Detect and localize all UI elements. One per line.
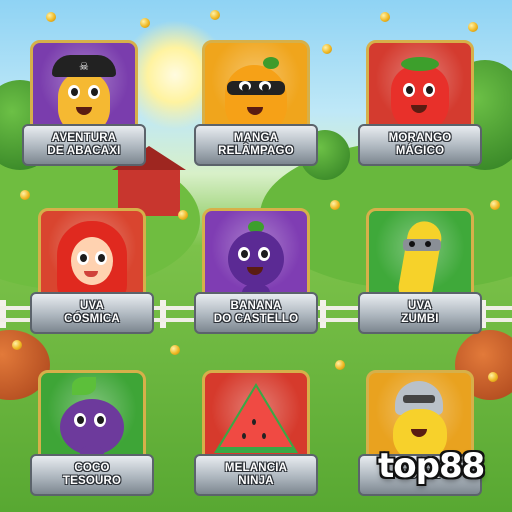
coin-icon xyxy=(335,360,345,370)
coin-icon xyxy=(488,372,498,382)
coin-icon xyxy=(330,200,340,210)
card-title: BANANA xyxy=(230,300,282,312)
card-title: TESOURO xyxy=(62,475,122,487)
coin-icon xyxy=(210,10,220,20)
game-card[interactable]: BANANA DO CASTELLO xyxy=(194,208,318,334)
coin-icon xyxy=(170,345,180,355)
coin-icon xyxy=(12,340,22,350)
card-title: NINJA xyxy=(238,475,274,487)
game-card[interactable]: COCO TESOURO xyxy=(30,370,154,496)
card-art xyxy=(202,370,310,466)
card-art xyxy=(38,208,146,304)
card-title-plate: COCO TESOURO xyxy=(30,454,154,496)
pineapple-pirate-icon: ☠ xyxy=(52,55,116,133)
card-title: CÓSMICA xyxy=(64,313,120,325)
card-title-plate: BANANA DO CASTELLO xyxy=(194,292,318,334)
game-card[interactable]: MORANGO MÁGICO xyxy=(358,40,482,166)
card-title: MELANCIA xyxy=(224,462,288,474)
card-title-plate: UVA CÓSMICA xyxy=(30,292,154,334)
card-art xyxy=(202,208,310,304)
card-title: ZUMBI xyxy=(401,313,439,325)
game-card[interactable]: ☠ AVENTURA DE ABACAXI xyxy=(22,40,146,166)
coin-icon xyxy=(380,12,390,22)
strawberry-icon xyxy=(387,51,453,133)
brand-logo: top88 xyxy=(378,446,485,486)
card-title-plate: AVENTURA DE ABACAXI xyxy=(22,124,146,166)
game-card[interactable]: UVA CÓSMICA xyxy=(30,208,154,334)
card-title-plate: UVA ZUMBI xyxy=(358,292,482,334)
card-title-plate: MORANGO MÁGICO xyxy=(358,124,482,166)
card-title-plate: MANGA RELÂMPAGO xyxy=(194,124,318,166)
card-title: DE ABACAXI xyxy=(47,145,121,157)
card-title: MANGA xyxy=(233,132,279,144)
coin-icon xyxy=(140,18,150,28)
card-title: UVA xyxy=(79,300,105,312)
card-art xyxy=(366,208,474,304)
coin-icon xyxy=(178,210,188,220)
card-title: UVA xyxy=(407,300,433,312)
card-title: RELÂMPAGO xyxy=(218,145,294,157)
game-card[interactable]: MELANCIA NINJA xyxy=(194,370,318,496)
coin-icon xyxy=(490,200,500,210)
card-title: DO CASTELLO xyxy=(213,313,299,325)
card-title: AVENTURA xyxy=(51,132,117,144)
red-hair-girl-icon xyxy=(57,217,127,301)
card-title: MORANGO xyxy=(388,132,452,144)
purple-grape-icon xyxy=(224,221,288,301)
game-card[interactable]: MANGA RELÂMPAGO xyxy=(194,40,318,166)
card-art xyxy=(366,40,474,136)
card-title: COCO xyxy=(74,462,110,474)
coin-icon xyxy=(20,190,30,200)
card-title-plate: MELANCIA NINJA xyxy=(194,454,318,496)
card-art xyxy=(38,370,146,466)
card-title: MÁGICO xyxy=(395,145,445,157)
game-card[interactable]: UVA ZUMBI xyxy=(358,208,482,334)
card-art xyxy=(202,40,310,136)
grape-bunch-icon xyxy=(54,377,130,463)
banana-ninja-icon xyxy=(385,217,455,301)
coin-icon xyxy=(322,44,332,54)
coin-icon xyxy=(468,22,478,32)
card-art: ☠ xyxy=(30,40,138,136)
coin-icon xyxy=(46,12,56,22)
watermelon-slice-icon xyxy=(214,383,298,453)
game-scene: ☠ AVENTURA DE ABACAXI MANGA RELÂMPAGO MO… xyxy=(0,0,512,512)
